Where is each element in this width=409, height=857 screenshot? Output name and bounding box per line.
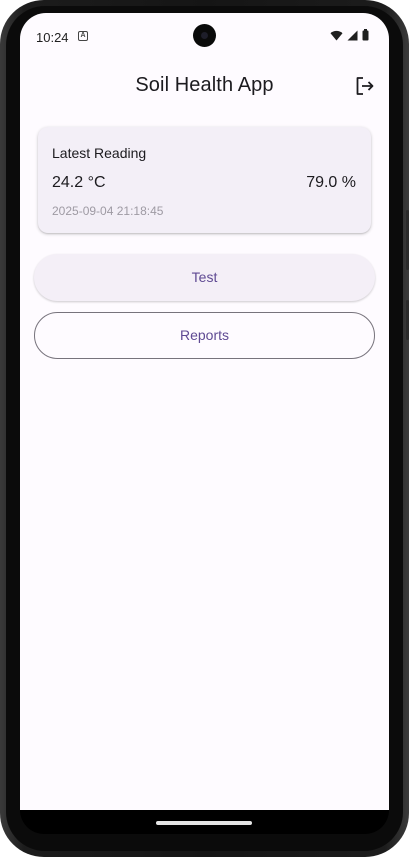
- test-button[interactable]: Test: [34, 254, 375, 301]
- status-time: 10:24: [36, 30, 69, 45]
- page-title: Soil Health App: [135, 74, 274, 96]
- a-badge-icon: A: [78, 31, 88, 41]
- temperature-value: 24.2 °C: [52, 174, 106, 191]
- wifi-icon: [330, 30, 343, 40]
- logout-icon: [356, 77, 374, 95]
- status-bar: 10:24 A: [20, 13, 389, 57]
- status-icons: [330, 29, 369, 41]
- reports-button[interactable]: Reports: [34, 312, 375, 359]
- signal-icon: [347, 30, 358, 40]
- card-title: Latest Reading: [52, 145, 147, 161]
- app-bar: Soil Health App: [20, 65, 389, 105]
- app-screen: 10:24 A Soil Health App Latest Reading 2…: [20, 13, 389, 810]
- reading-timestamp: 2025-09-04 21:18:45: [52, 204, 164, 218]
- humidity-value: 79.0 %: [306, 174, 356, 191]
- logout-button[interactable]: [353, 74, 377, 98]
- latest-reading-card: Latest Reading 24.2 °C 79.0 % 2025-09-04…: [38, 127, 371, 233]
- front-camera: [193, 24, 216, 47]
- home-gesture-handle[interactable]: [156, 821, 252, 825]
- battery-icon: [362, 29, 369, 41]
